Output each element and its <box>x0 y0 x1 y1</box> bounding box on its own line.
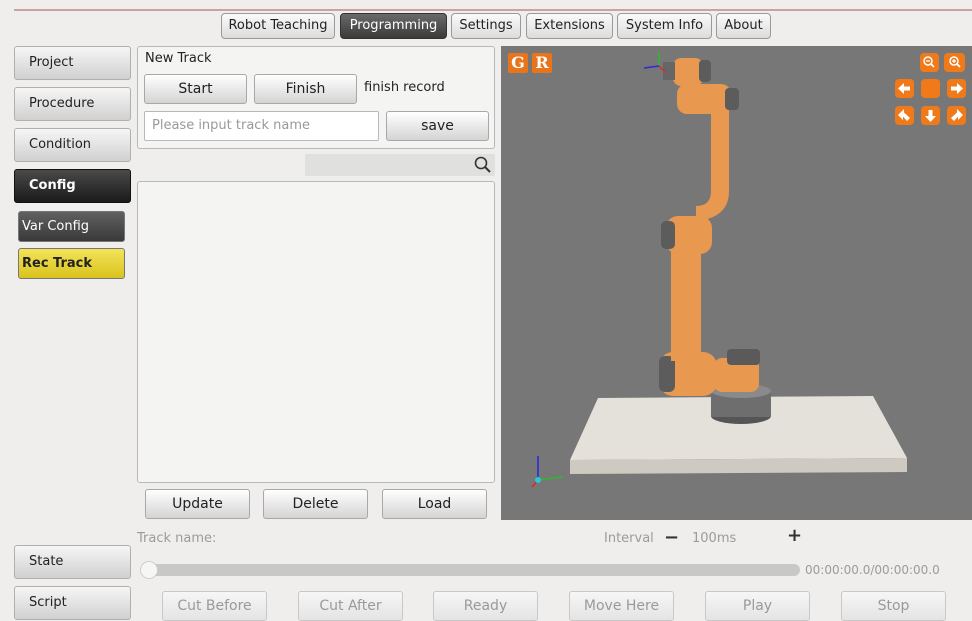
playback-slider-thumb[interactable] <box>140 561 158 579</box>
cut-after-button[interactable]: Cut After <box>298 591 403 621</box>
robot-tool-joint <box>699 60 711 82</box>
cut-before-button[interactable]: Cut Before <box>162 591 267 621</box>
tool-axis-z <box>643 65 660 69</box>
robot-upper-arm <box>696 108 729 221</box>
record-status-text: finish record <box>364 80 445 95</box>
robot-wrist-joint <box>725 88 739 110</box>
sidebar-subitem-rec-track[interactable]: Rec Track <box>18 248 125 279</box>
tab-robot-teaching[interactable]: Robot Teaching <box>221 13 335 39</box>
stop-button[interactable]: Stop <box>841 591 946 621</box>
playback-time: 00:00:00.0/00:00:00.0 <box>805 563 940 577</box>
sidebar-item-script[interactable]: Script <box>14 586 131 620</box>
robot-tool-head <box>673 58 703 86</box>
robot-joint-middle <box>661 221 675 249</box>
move-here-button[interactable]: Move Here <box>569 591 674 621</box>
robot-shoulder-cap <box>727 349 760 365</box>
interval-label: Interval <box>604 531 654 546</box>
sidebar-item-procedure[interactable]: Procedure <box>14 87 131 121</box>
world-axis-y <box>537 476 564 481</box>
robot-lower-arm <box>671 236 701 361</box>
base-plate-edge <box>570 458 907 474</box>
top-divider <box>14 9 972 11</box>
robot-scene <box>531 52 907 488</box>
delete-button[interactable]: Delete <box>263 489 368 519</box>
tab-settings[interactable]: Settings <box>451 13 521 39</box>
new-track-panel: New Track Start Finish finish record Ple… <box>137 46 495 149</box>
interval-plus-button[interactable]: + <box>787 525 802 546</box>
play-button[interactable]: Play <box>705 591 810 621</box>
save-button[interactable]: save <box>386 111 489 141</box>
robot-wrist <box>677 84 731 114</box>
tab-about[interactable]: About <box>716 13 771 39</box>
track-name-label: Track name: <box>137 531 217 546</box>
tab-programming[interactable]: Programming <box>340 13 447 39</box>
sidebar-item-state[interactable]: State <box>14 545 131 579</box>
new-track-title: New Track <box>145 51 212 66</box>
sidebar-subitem-var-config[interactable]: Var Config <box>18 211 125 242</box>
robot-3d-viewport[interactable]: G R <box>501 46 972 520</box>
finish-button[interactable]: Finish <box>254 74 357 104</box>
load-button[interactable]: Load <box>382 489 487 519</box>
search-icon[interactable] <box>472 154 494 176</box>
tab-system-info[interactable]: System Info <box>617 13 712 39</box>
tab-extensions[interactable]: Extensions <box>526 13 613 39</box>
playback-slider[interactable] <box>140 561 800 579</box>
track-list[interactable] <box>137 181 495 483</box>
sidebar-item-condition[interactable]: Condition <box>14 128 131 162</box>
world-origin <box>535 477 541 483</box>
sidebar-item-project[interactable]: Project <box>14 46 131 80</box>
start-button[interactable]: Start <box>144 74 247 104</box>
robot-joint-lower <box>659 356 675 392</box>
track-name-input[interactable]: Please input track name <box>144 111 379 141</box>
search-input[interactable] <box>305 154 495 176</box>
ready-button[interactable]: Ready <box>433 591 538 621</box>
interval-value: 100ms <box>692 531 737 546</box>
update-button[interactable]: Update <box>145 489 250 519</box>
sidebar-item-config[interactable]: Config <box>14 169 131 203</box>
interval-minus-button[interactable]: − <box>664 527 679 548</box>
